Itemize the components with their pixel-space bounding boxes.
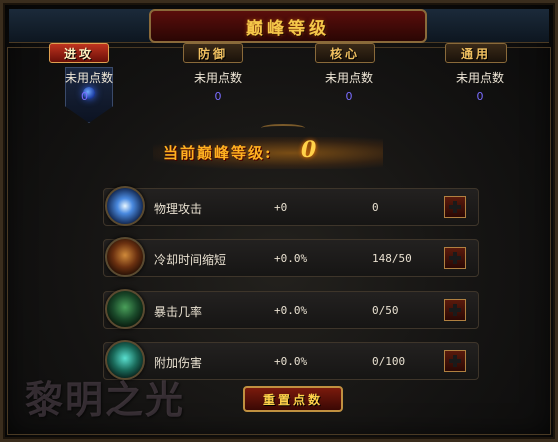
stat-points: 148/50 (372, 252, 412, 265)
add-point-button[interactable] (444, 350, 466, 372)
stat-name: 暴击几率 (154, 305, 203, 319)
tab-defense[interactable]: 防御 (183, 43, 243, 63)
cross-icon (449, 304, 461, 316)
unused-points-value: 0 (345, 90, 353, 103)
stat-points: 0/50 (372, 304, 399, 317)
unused-points-value-offense: 0 (81, 90, 88, 103)
unused-points-label: 未用点数 (455, 71, 504, 85)
unused-points-value: 0 (476, 90, 484, 103)
add-point-button[interactable] (444, 247, 466, 269)
stat-bonus: +0 (274, 201, 288, 214)
title-plate: 巅峰等级 (149, 9, 427, 43)
current-level-value: 0 (301, 137, 317, 163)
stat-row: 冷却时间缩短 +0.0% 148/50 (103, 237, 479, 277)
unused-points-label: 未用点数 (64, 71, 113, 85)
stat-name: 物理攻击 (154, 202, 203, 216)
cross-icon (449, 355, 461, 367)
stat-name: 冷却时间缩短 (154, 253, 227, 267)
unused-points-label: 未用点数 (193, 71, 242, 85)
rogue-portrait-icon (105, 289, 145, 329)
stat-bonus: +0.0% (274, 355, 308, 368)
stat-row: 暴击几率 +0.0% 0/50 (103, 289, 479, 329)
title-bar: 巅峰等级 (9, 9, 549, 43)
unused-points-general: 未用点数 0 (425, 69, 535, 103)
watermark-logo: 黎明之光 (25, 377, 186, 422)
stat-row: 物理攻击 +0 0 (103, 186, 479, 226)
unused-points-defense: 未用点数 0 (163, 69, 273, 103)
add-point-button[interactable] (444, 196, 466, 218)
unused-points-core: 未用点数 0 (294, 69, 404, 103)
add-point-button[interactable] (444, 299, 466, 321)
reset-points-button[interactable]: 重置点数 (243, 386, 343, 412)
tab-general[interactable]: 通用 (445, 43, 507, 63)
unused-points-label: 未用点数 (324, 71, 373, 85)
level-ornament (261, 124, 305, 132)
window-title: 巅峰等级 (246, 18, 330, 39)
current-level-label: 当前巅峰等级: (163, 144, 273, 162)
peak-level-window: 巅峰等级 进攻 防御 核心 通用 未用点数 未用点数 0 未用点数 0 未用点数… (0, 0, 558, 442)
stat-bonus: +0.0% (274, 304, 308, 317)
cross-icon (449, 252, 461, 264)
cross-icon (449, 201, 461, 213)
tab-core[interactable]: 核心 (315, 43, 375, 63)
lightning-orb-icon (105, 186, 145, 226)
stat-points: 0 (372, 201, 379, 214)
unused-points-value: 0 (214, 90, 222, 103)
tab-offense[interactable]: 进攻 (49, 43, 109, 63)
warrior-portrait-icon (105, 237, 145, 277)
unused-points-offense: 未用点数 (34, 69, 144, 86)
stat-bonus: +0.0% (274, 252, 308, 265)
stat-points: 0/100 (372, 355, 406, 368)
